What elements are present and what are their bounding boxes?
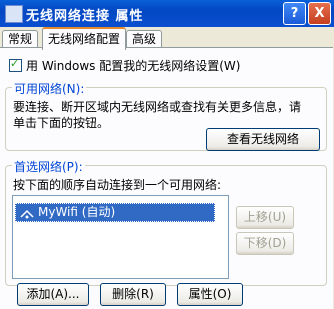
tab-strip: 常规 无线网络配置 高级 bbox=[0, 27, 334, 50]
move-down-button[interactable]: 下移(D) bbox=[236, 232, 294, 255]
network-connection-icon bbox=[5, 5, 23, 23]
close-button[interactable]: X bbox=[308, 2, 331, 25]
properties-button[interactable]: 属性(O) bbox=[177, 283, 243, 306]
tab-general[interactable]: 常规 bbox=[2, 30, 39, 48]
list-item[interactable]: MyWifi (自动) bbox=[15, 203, 215, 222]
title-bar[interactable]: 无线网络连接 属性 ? X bbox=[0, 0, 334, 27]
preferred-description: 按下面的顺序自动连接到一个可用网络: bbox=[13, 178, 222, 192]
checkbox-label: 用 Windows 配置我的无线网络设置(W) bbox=[26, 59, 241, 73]
move-up-button[interactable]: 上移(U) bbox=[236, 206, 294, 229]
preferred-networks-list[interactable]: MyWifi (自动) bbox=[12, 195, 229, 279]
preferred-networks-label: 首选网络(P): bbox=[12, 158, 85, 175]
add-button[interactable]: 添加(A)... bbox=[17, 283, 89, 306]
network-name: MyWifi (自动) bbox=[38, 205, 116, 219]
help-button[interactable]: ? bbox=[283, 2, 306, 25]
remove-button[interactable]: 删除(R) bbox=[100, 283, 166, 306]
wireless-network-icon bbox=[20, 207, 34, 218]
available-text-line2: 单击下面的按钮。 bbox=[13, 116, 110, 130]
view-wireless-networks-button[interactable]: 查看无线网络 bbox=[206, 128, 320, 151]
available-networks-label: 可用网络(N): bbox=[12, 80, 87, 97]
tab-wireless-config[interactable]: 无线网络配置 bbox=[42, 27, 127, 50]
checkbox-box[interactable] bbox=[9, 57, 22, 72]
tab-advanced[interactable]: 高级 bbox=[126, 30, 163, 48]
window-title: 无线网络连接 属性 bbox=[26, 9, 144, 24]
available-text-line1: 要连接、断开区域内无线网络或查找有关更多信息，请 bbox=[13, 100, 302, 114]
use-windows-config-checkbox[interactable]: 用 Windows 配置我的无线网络设置(W) bbox=[9, 57, 240, 74]
